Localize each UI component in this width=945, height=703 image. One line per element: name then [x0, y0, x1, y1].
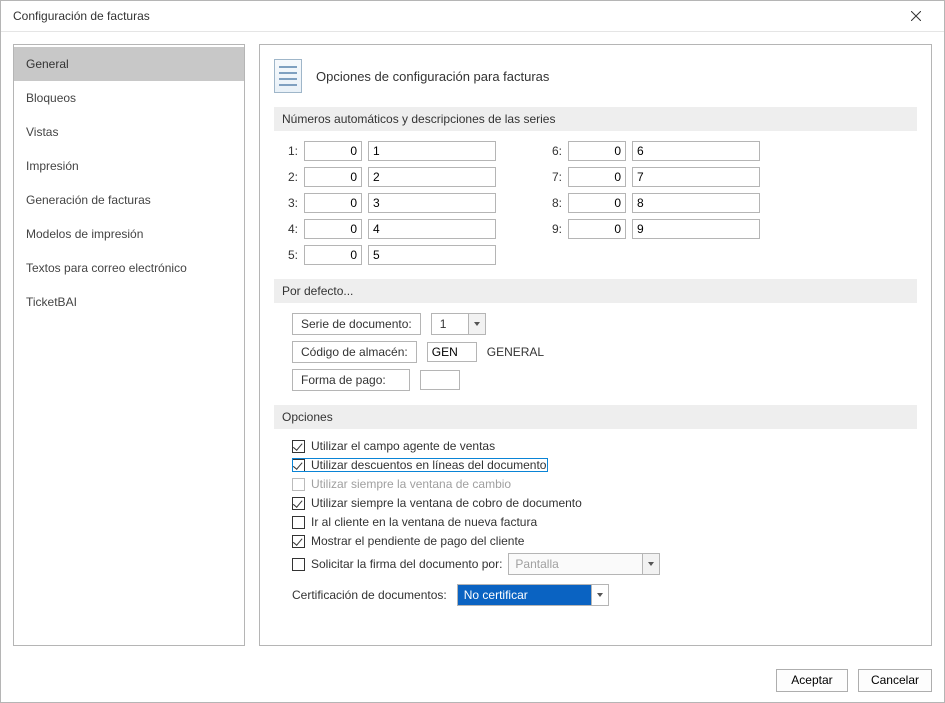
series-label-7: 7:	[544, 170, 562, 184]
sidebar-item-impresion[interactable]: Impresión	[14, 149, 244, 183]
option-descuentos-lineas[interactable]: Utilizar descuentos en líneas del docume…	[292, 458, 548, 472]
sign-method-combo: Pantalla	[508, 553, 660, 575]
cert-label: Certificación de documentos:	[292, 588, 447, 602]
checkbox-icon	[292, 558, 305, 571]
sidebar-item-generacion[interactable]: Generación de facturas	[14, 183, 244, 217]
series-desc-6[interactable]	[632, 141, 760, 161]
checkbox-icon	[292, 459, 305, 472]
series-row-3: 3:	[280, 193, 496, 213]
sidebar-item-textos[interactable]: Textos para correo electrónico	[14, 251, 244, 285]
series-row-6: 6:	[544, 141, 760, 161]
checkbox-icon	[292, 497, 305, 510]
series-num-2[interactable]	[304, 167, 362, 187]
section-defaults-header: Por defecto...	[274, 279, 917, 303]
option-label: Utilizar descuentos en líneas del docume…	[311, 458, 546, 472]
series-row-4: 4:	[280, 219, 496, 239]
series-num-1[interactable]	[304, 141, 362, 161]
series-label-4: 4:	[280, 222, 298, 236]
document-icon	[274, 59, 302, 93]
series-desc-9[interactable]	[632, 219, 760, 239]
option-label: Utilizar el campo agente de ventas	[311, 439, 495, 453]
option-solicitar-firma-row: Solicitar la firma del documento por: Pa…	[292, 553, 911, 575]
close-icon	[911, 11, 921, 21]
cert-value: No certificar	[458, 585, 591, 605]
series-num-4[interactable]	[304, 219, 362, 239]
sign-method-value: Pantalla	[509, 554, 642, 574]
chevron-down-icon	[468, 314, 485, 334]
page-title: Opciones de configuración para facturas	[316, 69, 549, 84]
sidebar: General Bloqueos Vistas Impresión Genera…	[13, 44, 245, 646]
close-button[interactable]	[896, 2, 936, 30]
series-row-9: 9:	[544, 219, 760, 239]
series-desc-1[interactable]	[368, 141, 496, 161]
sidebar-item-bloqueos[interactable]: Bloqueos	[14, 81, 244, 115]
series-label-1: 1:	[280, 144, 298, 158]
series-num-3[interactable]	[304, 193, 362, 213]
titlebar: Configuración de facturas	[1, 1, 944, 32]
series-label-3: 3:	[280, 196, 298, 210]
main-panel: Opciones de configuración para facturas …	[259, 44, 932, 646]
option-label: Utilizar siempre la ventana de cambio	[311, 477, 511, 491]
sidebar-item-general[interactable]: General	[14, 47, 244, 81]
cert-combo[interactable]: No certificar	[457, 584, 609, 606]
cancel-button[interactable]: Cancelar	[858, 669, 932, 692]
series-desc-5[interactable]	[368, 245, 496, 265]
series-label-5: 5:	[280, 248, 298, 262]
series-label-9: 9:	[544, 222, 562, 236]
series-row-7: 7:	[544, 167, 760, 187]
series-num-6[interactable]	[568, 141, 626, 161]
window-title: Configuración de facturas	[13, 9, 896, 23]
default-serie-label: Serie de documento:	[292, 313, 421, 335]
section-options-header: Opciones	[274, 405, 917, 429]
option-label: Ir al cliente en la ventana de nueva fac…	[311, 515, 537, 529]
checkbox-icon	[292, 478, 305, 491]
series-grid: 1: 2: 3: 4:	[274, 141, 917, 279]
option-ventana-cobro[interactable]: Utilizar siempre la ventana de cobro de …	[292, 496, 911, 510]
series-row-1: 1:	[280, 141, 496, 161]
default-formapago-label: Forma de pago:	[292, 369, 410, 391]
option-label: Solicitar la firma del documento por:	[311, 557, 502, 571]
sidebar-item-vistas[interactable]: Vistas	[14, 115, 244, 149]
series-desc-3[interactable]	[368, 193, 496, 213]
checkbox-icon	[292, 535, 305, 548]
series-row-2: 2:	[280, 167, 496, 187]
chevron-down-icon	[642, 554, 659, 574]
default-almacen-label: Código de almacén:	[292, 341, 417, 363]
default-almacen-desc: GENERAL	[487, 345, 544, 359]
series-label-8: 8:	[544, 196, 562, 210]
default-serie-value: 1	[432, 317, 468, 331]
series-desc-4[interactable]	[368, 219, 496, 239]
dialog-invoice-config: Configuración de facturas General Bloque…	[0, 0, 945, 703]
checkbox-icon	[292, 440, 305, 453]
series-row-8: 8:	[544, 193, 760, 213]
option-label: Mostrar el pendiente de pago del cliente	[311, 534, 524, 548]
sidebar-item-ticketbai[interactable]: TicketBAI	[14, 285, 244, 319]
option-solicitar-firma[interactable]: Solicitar la firma del documento por:	[292, 557, 502, 571]
option-label: Utilizar siempre la ventana de cobro de …	[311, 496, 582, 510]
series-num-9[interactable]	[568, 219, 626, 239]
option-agente-ventas[interactable]: Utilizar el campo agente de ventas	[292, 439, 911, 453]
option-ir-cliente[interactable]: Ir al cliente en la ventana de nueva fac…	[292, 515, 911, 529]
ok-button[interactable]: Aceptar	[776, 669, 848, 692]
series-label-6: 6:	[544, 144, 562, 158]
default-almacen-input[interactable]	[427, 342, 477, 362]
series-desc-8[interactable]	[632, 193, 760, 213]
series-desc-2[interactable]	[368, 167, 496, 187]
sidebar-item-modelos[interactable]: Modelos de impresión	[14, 217, 244, 251]
series-desc-7[interactable]	[632, 167, 760, 187]
dialog-footer: Aceptar Cancelar	[1, 658, 944, 702]
series-num-5[interactable]	[304, 245, 362, 265]
series-num-7[interactable]	[568, 167, 626, 187]
chevron-down-icon	[591, 585, 608, 605]
section-series-header: Números automáticos y descripciones de l…	[274, 107, 917, 131]
default-formapago-input[interactable]	[420, 370, 460, 390]
default-serie-combo[interactable]: 1	[431, 313, 486, 335]
option-ventana-cambio: Utilizar siempre la ventana de cambio	[292, 477, 911, 491]
series-label-2: 2:	[280, 170, 298, 184]
series-num-8[interactable]	[568, 193, 626, 213]
series-row-5: 5:	[280, 245, 496, 265]
checkbox-icon	[292, 516, 305, 529]
option-mostrar-pendiente[interactable]: Mostrar el pendiente de pago del cliente	[292, 534, 911, 548]
